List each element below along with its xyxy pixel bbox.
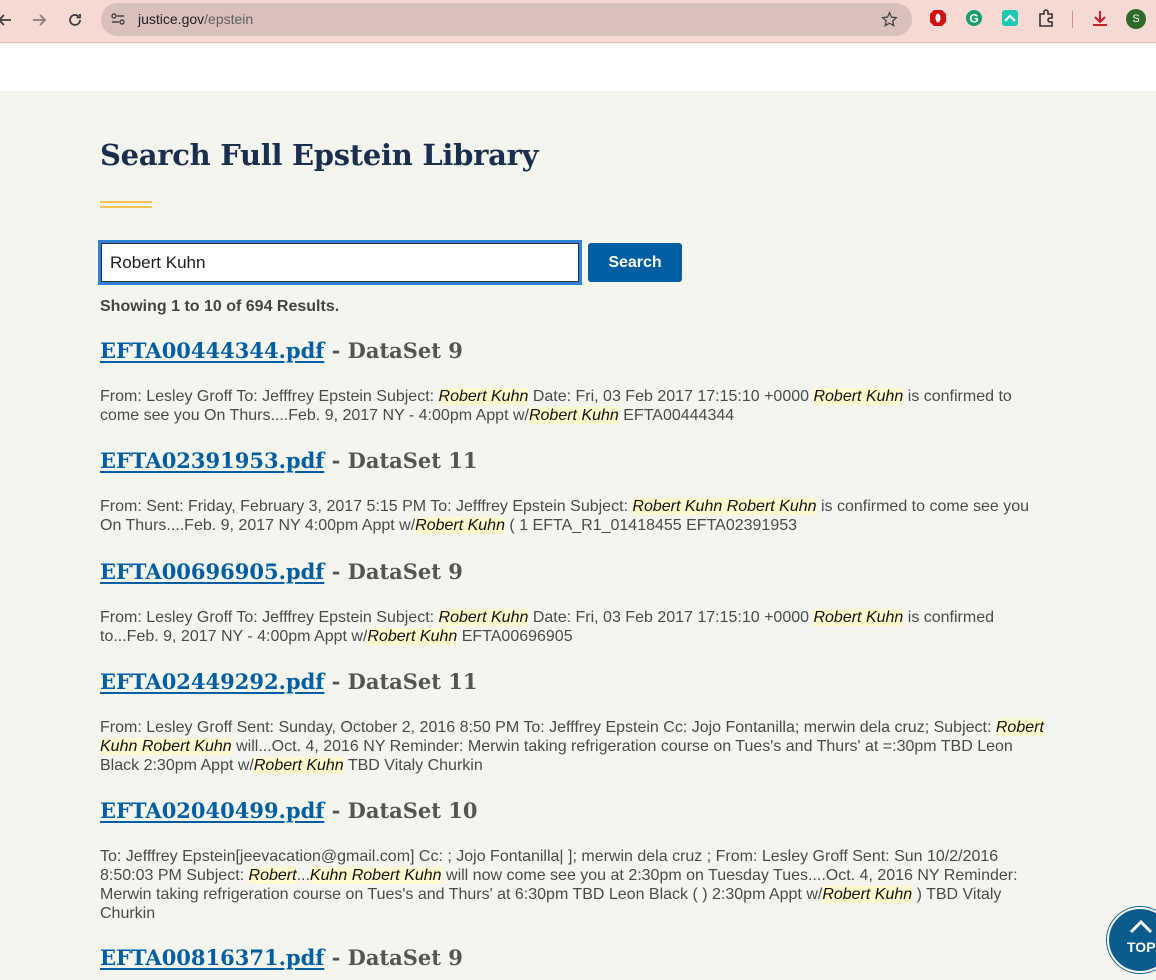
- bookmark-star-icon[interactable]: [881, 11, 898, 28]
- result-heading: EFTA00696905.pdf - DataSet 9: [100, 559, 1060, 584]
- result-dataset: - DataSet 9: [324, 338, 463, 363]
- snippet-highlight: Robert Kuhn: [438, 609, 529, 626]
- site-header-band: [0, 44, 1156, 91]
- snippet-text: Date: Fri, 03 Feb 2017 17:15:10 +0000: [528, 609, 814, 626]
- result-dataset: - DataSet 11: [324, 448, 478, 473]
- result-file-link[interactable]: EFTA00816371.pdf: [100, 945, 324, 970]
- result-item: EFTA00444344.pdf - DataSet 9 From: Lesley…: [100, 338, 1060, 425]
- result-item: EFTA02040499.pdf - DataSet 10 To: Jefffre…: [100, 798, 1060, 923]
- snippet-text: From: Lesley Groff To: Jefffrey Epstein …: [100, 609, 439, 626]
- result-file-link[interactable]: EFTA00696905.pdf: [100, 559, 324, 584]
- result-dataset: - DataSet 11: [324, 669, 478, 694]
- svg-text:G: G: [969, 12, 978, 26]
- result-file-link[interactable]: EFTA02449292.pdf: [100, 669, 324, 694]
- snippet-highlight: Robert Kuhn: [367, 628, 458, 645]
- back-arrow-icon[interactable]: [0, 8, 18, 32]
- result-heading: EFTA00816371.pdf - DataSet 9: [100, 945, 1060, 970]
- result-item: EFTA02391953.pdf - DataSet 11 From: Sent:…: [100, 448, 1060, 535]
- snippet-text: EFTA00696905: [457, 628, 573, 645]
- result-heading: EFTA00444344.pdf - DataSet 9: [100, 338, 1060, 363]
- forward-arrow-icon[interactable]: [26, 8, 52, 32]
- snippet-text: TBD Vitaly Churkin: [343, 757, 483, 774]
- result-dataset: - DataSet 10: [324, 798, 478, 823]
- snippet-text: ( 1 EFTA_R1_01418455 EFTA02391953: [504, 517, 798, 534]
- opera-extension-icon[interactable]: [928, 8, 948, 28]
- back-to-top-label: TOP: [1127, 939, 1156, 955]
- chevron-up-icon: [1129, 920, 1153, 934]
- download-icon[interactable]: [1090, 8, 1110, 28]
- snippet-text: will...Oct. 4, 2016 NY Reminder: Merwin …: [100, 738, 1013, 774]
- snippet-highlight: Robert Kuhn: [415, 517, 505, 534]
- site-settings-icon[interactable]: [110, 11, 126, 27]
- snippet-text: From: Lesley Groff Sent: Sunday, October…: [100, 719, 996, 736]
- result-item: EFTA00696905.pdf - DataSet 9 From: Lesley…: [100, 559, 1060, 646]
- snippet-highlight: Robert Kuhn: [253, 757, 344, 774]
- result-snippet: From: Sent: Friday, February 3, 2017 5:1…: [100, 497, 1050, 535]
- snippet-highlight: Robert: [248, 867, 297, 884]
- snippet-highlight: Robert Kuhn: [438, 388, 529, 405]
- snippet-highlight: Kuhn Robert Kuhn: [309, 867, 442, 884]
- url-text: justice.gov/epstein: [138, 11, 254, 27]
- result-file-link[interactable]: EFTA02391953.pdf: [100, 448, 324, 473]
- result-item: EFTA00816371.pdf - DataSet 9: [100, 945, 1060, 970]
- image-extension-icon[interactable]: [1000, 8, 1020, 28]
- result-heading: EFTA02449292.pdf - DataSet 11: [100, 669, 1060, 694]
- snippet-text: From: Sent: Friday, February 3, 2017 5:1…: [100, 498, 633, 515]
- result-heading: EFTA02391953.pdf - DataSet 11: [100, 448, 1060, 473]
- result-file-link[interactable]: EFTA00444344.pdf: [100, 338, 324, 363]
- address-bar[interactable]: justice.gov/epstein: [101, 3, 912, 36]
- page-title: Search Full Epstein Library: [100, 138, 539, 172]
- profile-avatar[interactable]: S: [1126, 9, 1146, 29]
- snippet-highlight: Robert Kuhn: [813, 388, 904, 405]
- extensions-puzzle-icon[interactable]: [1036, 8, 1056, 28]
- result-heading: EFTA02040499.pdf - DataSet 10: [100, 798, 1060, 823]
- grammarly-extension-icon[interactable]: G: [964, 8, 984, 28]
- browser-toolbar: justice.gov/epstein G S: [0, 0, 1156, 43]
- search-input[interactable]: [98, 240, 582, 285]
- snippet-highlight: Robert Kuhn: [528, 407, 619, 424]
- snippet-highlight: Robert Kuhn: [813, 609, 904, 626]
- snippet-text: From: Lesley Groff To: Jefffrey Epstein …: [100, 388, 439, 405]
- result-snippet: To: Jefffrey Epstein[jeevacation@gmail.c…: [100, 847, 1050, 923]
- result-file-link[interactable]: EFTA02040499.pdf: [100, 798, 324, 823]
- snippet-text: Date: Fri, 03 Feb 2017 17:15:10 +0000: [528, 388, 814, 405]
- result-dataset: - DataSet 9: [324, 559, 463, 584]
- result-snippet: From: Lesley Groff To: Jefffrey Epstein …: [100, 387, 1050, 425]
- snippet-text: EFTA00444344: [618, 407, 735, 424]
- toolbar-divider: [1072, 11, 1073, 28]
- result-dataset: - DataSet 9: [324, 945, 463, 970]
- result-snippet: From: Lesley Groff Sent: Sunday, October…: [100, 718, 1050, 775]
- snippet-highlight: Robert Kuhn Robert Kuhn: [632, 498, 817, 515]
- search-button[interactable]: Search: [588, 243, 682, 282]
- result-snippet: From: Lesley Groff To: Jefffrey Epstein …: [100, 608, 1050, 646]
- title-accent-rule: [100, 201, 152, 208]
- result-item: EFTA02449292.pdf - DataSet 11 From: Lesle…: [100, 669, 1060, 775]
- snippet-highlight: Robert Kuhn: [822, 886, 913, 903]
- results-count: Showing 1 to 10 of 694 Results.: [100, 298, 340, 315]
- reload-icon[interactable]: [62, 8, 88, 32]
- snippet-text: ...: [296, 867, 310, 884]
